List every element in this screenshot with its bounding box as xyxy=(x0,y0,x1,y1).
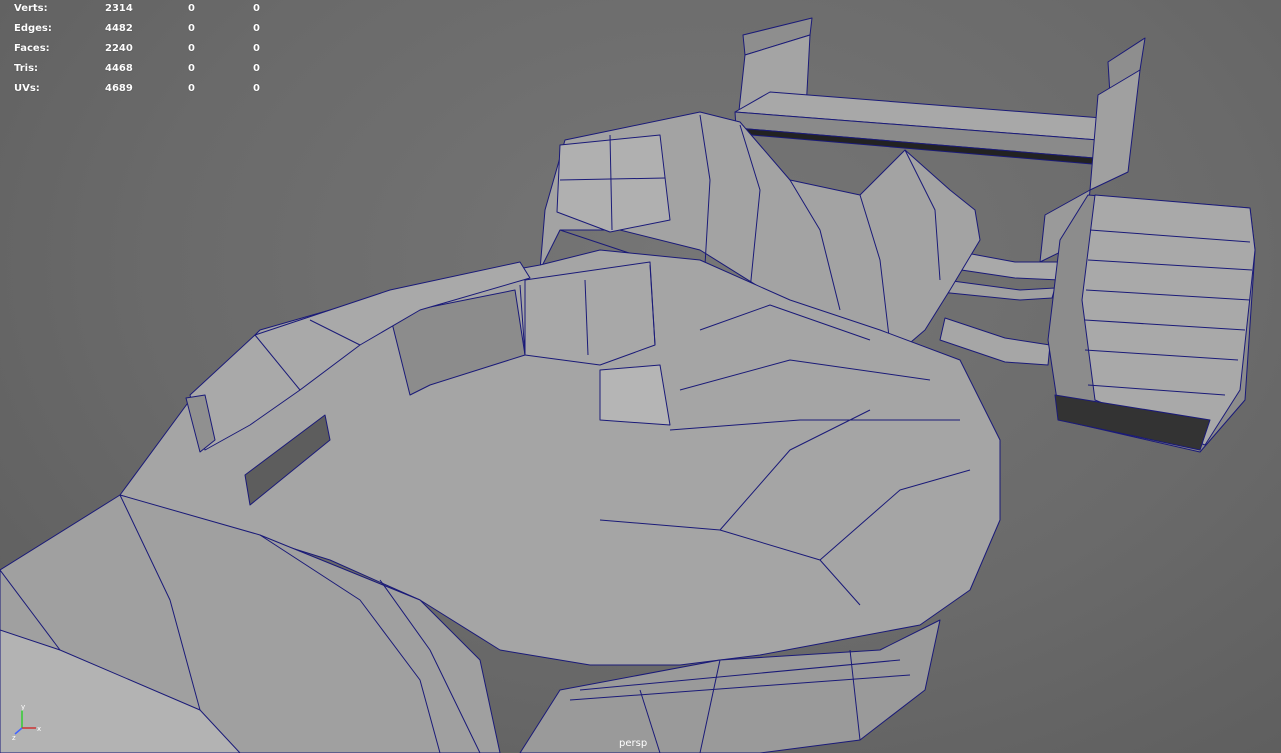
z-axis-line xyxy=(14,727,23,735)
hud-label: Tris: xyxy=(14,63,39,74)
axis-gizmo-icon: y x z xyxy=(12,703,41,742)
camera-name-label: persp xyxy=(619,738,648,749)
hud-label: Verts: xyxy=(14,3,48,14)
hud-label: Faces: xyxy=(14,43,50,54)
hud-value: 0 xyxy=(253,63,260,74)
hud-value: 2240 xyxy=(105,43,133,54)
hud-row-faces: Faces: 2240 0 0 xyxy=(0,43,280,57)
hud-value: 0 xyxy=(188,43,195,54)
x-axis-label: x xyxy=(37,725,41,733)
hud-row-edges: Edges: 4482 0 0 xyxy=(0,23,280,37)
hud-row-verts: Verts: 2314 0 0 xyxy=(0,3,280,17)
hud-value: 0 xyxy=(188,83,195,94)
hud-label: Edges: xyxy=(14,23,52,34)
hud-value: 4468 xyxy=(105,63,133,74)
hud-value: 0 xyxy=(253,23,260,34)
hud-row-tris: Tris: 4468 0 0 xyxy=(0,63,280,77)
hud-value: 0 xyxy=(188,63,195,74)
hud-value: 0 xyxy=(253,3,260,14)
hud-value: 4689 xyxy=(105,83,133,94)
hud-value: 0 xyxy=(253,83,260,94)
hud-value: 2314 xyxy=(105,3,133,14)
viewport-3d[interactable] xyxy=(0,0,1281,753)
y-axis-label: y xyxy=(21,703,25,711)
z-axis-label: z xyxy=(12,734,16,742)
hud-value: 0 xyxy=(188,3,195,14)
race-car-wireframe-model xyxy=(0,17,1256,753)
hud-label: UVs: xyxy=(14,83,40,94)
hud-value: 0 xyxy=(188,23,195,34)
hud-value: 0 xyxy=(253,43,260,54)
hud-value: 4482 xyxy=(105,23,133,34)
hud-row-uvs: UVs: 4689 0 0 xyxy=(0,83,280,97)
